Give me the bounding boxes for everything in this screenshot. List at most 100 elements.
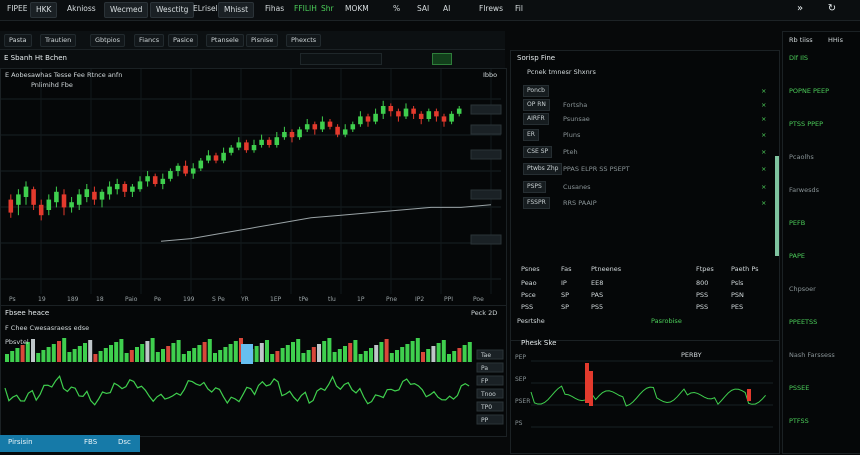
volume-bar — [337, 349, 342, 362]
menu-item-10[interactable]: MOKM — [340, 2, 374, 16]
side-item-11[interactable]: PTFSS — [789, 417, 809, 425]
order-row-close-icon[interactable]: × — [761, 131, 766, 139]
bottom-bar-mid[interactable]: FBS — [84, 438, 97, 446]
menu-bar: FIPEE HKK Aknioss Wecmed Wesctitg ELrisels Mhi… — [0, 0, 860, 21]
order-panel-scrollbar[interactable] — [775, 156, 779, 256]
toolbar-item-0[interactable]: Pasta — [4, 34, 32, 47]
order-row-value-3: Pluns — [563, 131, 581, 139]
candle — [61, 194, 67, 208]
chart-header-right: Ibbo — [483, 71, 498, 79]
toolbar-item-4[interactable]: Pasice — [168, 34, 199, 47]
mini-chart-label: PSER — [515, 398, 530, 405]
candle — [31, 189, 36, 205]
toolbar-item-2[interactable]: Gbtpios — [90, 34, 126, 47]
side-item-2[interactable]: PTSS PPEP — [789, 120, 823, 128]
order-row-4[interactable]: CSE SP — [523, 146, 553, 158]
volume-panel[interactable]: Tae Pa FP Tnoo TP0 PP Fbsee heace F Chee Cwes… — [0, 305, 507, 437]
menu-item-13[interactable]: AI — [438, 2, 455, 16]
side-item-5[interactable]: PEFB — [789, 219, 805, 227]
volume-bar — [379, 342, 384, 362]
chart-header-toggle[interactable] — [432, 53, 452, 65]
menu-item-9[interactable]: Shr — [316, 2, 339, 16]
volume-bar — [57, 341, 61, 362]
side-item-1[interactable]: POPNE PEEP — [789, 87, 829, 95]
toolbar-item-3[interactable]: Fiancs — [134, 34, 165, 47]
volume-bar — [213, 353, 217, 362]
volume-axis-label: FP — [481, 378, 488, 385]
order-row-2[interactable]: AIRFR — [523, 113, 549, 125]
order-table-head-2: Ptneenes — [591, 265, 622, 273]
side-item-4[interactable]: Farwesds — [789, 186, 819, 194]
menu-item-0[interactable]: FIPEE — [2, 2, 33, 16]
volume-bar — [270, 354, 275, 362]
menu-item-12[interactable]: SAI — [412, 2, 434, 16]
bottom-bar-left[interactable]: Pirsisin — [8, 438, 33, 446]
side-item-9[interactable]: Nash Farssess — [789, 351, 835, 359]
volume-bar — [369, 348, 373, 362]
volume-bar — [10, 351, 15, 362]
toolbar-item-1[interactable]: Trautien — [40, 34, 77, 47]
volume-bar — [181, 354, 186, 362]
volume-bar — [467, 342, 472, 362]
menu-item-7[interactable]: Fihas — [260, 2, 289, 16]
volume-axis-label: Tnoo — [480, 391, 496, 398]
side-item-3[interactable]: Pcaolhs — [789, 153, 814, 161]
order-row-0[interactable]: Poncb — [523, 85, 549, 97]
chevron-right-icon[interactable]: » — [794, 3, 806, 15]
candle — [327, 121, 333, 127]
order-table-cell: PSS — [521, 303, 534, 311]
toolbar-item-5[interactable]: Ptansele — [206, 34, 244, 47]
order-row-close-icon[interactable]: × — [761, 199, 766, 207]
main-chart[interactable]: Ps 19 189 18 Paio Pe 199 S Pe YR 1EP tPe tlu 1P Pne IP… — [0, 68, 507, 307]
order-row-close-icon[interactable]: × — [761, 87, 766, 95]
chart-header-toolbox[interactable] — [300, 53, 382, 65]
candlestick-chart[interactable]: Ps 19 189 18 Paio Pe 199 S Pe YR 1EP tPe tlu 1P Pne IP… — [1, 69, 506, 306]
menu-item-1[interactable]: HKK — [30, 2, 58, 18]
order-row-close-icon[interactable]: × — [761, 148, 766, 156]
refresh-icon[interactable]: ↻ — [826, 3, 838, 15]
toolbar-item-6[interactable]: Pisnise — [246, 34, 279, 47]
candle — [122, 184, 128, 192]
menu-item-11[interactable]: % — [388, 2, 405, 16]
menu-item-3[interactable]: Wecmed — [104, 2, 149, 18]
mini-chart[interactable]: PEP SEP PSER PS — [511, 341, 779, 453]
order-row-close-icon[interactable]: × — [761, 101, 766, 109]
order-row-7[interactable]: FSSPR — [523, 197, 550, 209]
candle — [312, 124, 318, 130]
side-panel: Rb tiiss HHis Dlf IlS POPNE PEEP PTSS PPEP Pc… — [782, 31, 860, 454]
order-row-6[interactable]: PSPS — [523, 181, 546, 193]
volume-bar — [348, 343, 353, 362]
mini-chart-label: PS — [515, 420, 523, 427]
menu-item-2[interactable]: Aknioss — [62, 2, 101, 16]
side-item-10[interactable]: PSSEE — [789, 384, 809, 392]
volume-title: Fbsee heace — [5, 309, 50, 317]
order-footer-left: Pesrtshe — [517, 317, 545, 325]
volume-bar — [192, 348, 197, 362]
price-badge — [470, 149, 502, 160]
price-badge — [470, 104, 502, 115]
mini-chart-panel[interactable]: PEP SEP PSER PS Phesk Ske PERBY — [510, 339, 780, 454]
order-row-5[interactable]: Ptwbs Zhp — [523, 163, 563, 175]
menu-item-6[interactable]: Mhisst — [218, 2, 255, 18]
order-footer-right[interactable]: Pasrobise — [651, 317, 682, 325]
menu-item-15[interactable]: Fil — [510, 2, 528, 16]
order-row-close-icon[interactable]: × — [761, 165, 766, 173]
side-item-8[interactable]: PPEETSS — [789, 318, 817, 326]
toolbar-item-7[interactable]: Phexcts — [286, 34, 322, 47]
volume-bar — [327, 338, 332, 362]
candle — [342, 129, 348, 135]
order-row-close-icon[interactable]: × — [761, 183, 766, 191]
candle — [282, 132, 287, 138]
side-item-6[interactable]: PAPE — [789, 252, 805, 260]
side-item-7[interactable]: Chpsoer — [789, 285, 816, 293]
side-item-0[interactable]: Dlf IlS — [789, 54, 808, 62]
volume-bar — [72, 349, 77, 362]
order-row-close-icon[interactable]: × — [761, 115, 766, 123]
volume-bar — [83, 343, 87, 362]
order-row-1[interactable]: OP RN — [523, 99, 550, 111]
bottom-bar-right[interactable]: Dsc — [118, 438, 131, 446]
menu-item-14[interactable]: Flrews — [474, 2, 508, 16]
order-row-3[interactable]: ER — [523, 129, 539, 141]
volume-bar — [88, 340, 93, 362]
candle — [259, 139, 264, 145]
